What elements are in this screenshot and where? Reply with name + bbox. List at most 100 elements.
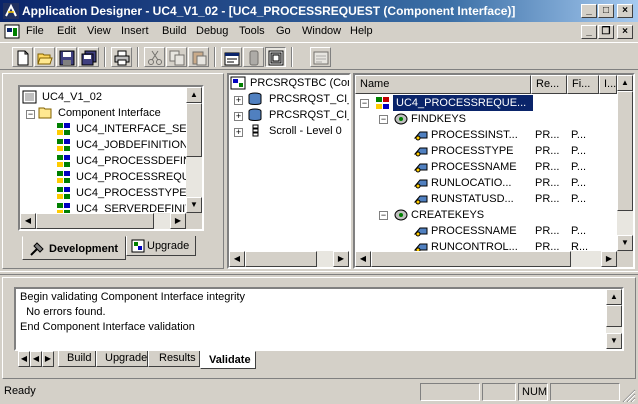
column-header-extra[interactable]: I... [599,75,617,94]
ci-property-row[interactable]: RUNLOCATIO... [431,175,511,191]
mdi-close-button[interactable]: × [617,25,633,39]
mdi-minimize-button[interactable]: _ [581,25,597,39]
expand-toggle[interactable]: + [234,128,243,137]
output-text-area[interactable]: Begin validating Component Interface int… [14,287,624,351]
collapse-toggle[interactable]: − [26,110,35,119]
toolbar-separator [104,47,106,67]
menu-edit[interactable]: Edit [57,25,76,37]
new-icon [17,50,29,66]
collapse-toggle[interactable]: − [360,99,369,108]
menu-window[interactable]: Window [302,25,341,37]
minimize-icon: _ [586,26,592,37]
scroll-thumb[interactable] [36,213,154,229]
ci-properties-list: Name Re... Fi... I... − UC4_PROCESSREQUE… [353,73,635,269]
tab-validate[interactable]: Validate [200,351,256,369]
maximize-button[interactable]: □ [598,4,614,18]
scroll-thumb[interactable] [617,91,633,211]
ci-root-row[interactable]: UC4_PROCESSREQUE... [393,95,533,111]
scroll-up-button[interactable]: ▲ [186,87,202,103]
record-cell: PR... [535,145,560,157]
scroll-left-button[interactable]: ◀ [229,251,245,267]
size-grip-icon[interactable] [622,389,636,403]
pane-splitter[interactable] [0,271,638,275]
component-interface-icon [376,97,389,109]
property-icon [413,163,428,173]
menu-view[interactable]: View [87,25,111,37]
ci-property-row[interactable]: RUNSTATUSD... [431,191,514,207]
menu-help[interactable]: Help [350,25,373,37]
open-button[interactable] [34,47,55,67]
record-cell: PR... [535,193,560,205]
scroll-right-button[interactable]: ▶ [333,251,349,267]
scroll-right-button[interactable]: ▶ [601,251,617,267]
collapse-toggle[interactable]: − [379,211,388,220]
scroll-up-button[interactable]: ▲ [617,75,633,91]
menu-debug[interactable]: Debug [196,25,228,37]
toolbar [0,42,638,70]
minimize-button[interactable]: _ [581,4,597,18]
scroll-left-button[interactable]: ◀ [355,251,371,267]
menu-file[interactable]: File [26,25,44,37]
tab-prev-button[interactable]: ◀ [30,351,42,367]
record-cell: PR... [535,177,560,189]
upgrade-icon [249,50,259,66]
ci-collection-row[interactable]: FINDKEYS [411,111,466,127]
print-button[interactable] [111,47,132,67]
tab-first-button[interactable]: ◀ [18,351,30,367]
save-button[interactable] [56,47,77,67]
cut-icon [148,50,162,65]
save-all-button[interactable] [78,47,99,67]
expand-toggle[interactable]: + [234,96,243,105]
scroll-thumb[interactable] [245,251,317,267]
column-header-name[interactable]: Name [355,75,531,94]
tab-next-button[interactable]: ▶ [42,351,54,367]
mdi-restore-button[interactable]: ❐ [598,25,614,39]
scroll-down-button[interactable]: ▼ [606,333,622,349]
new-button[interactable] [12,47,33,67]
property-icon [413,227,428,237]
component-interface-icon [57,139,70,151]
tab-build[interactable]: Build [58,351,96,367]
column-header-field[interactable]: Fi... [567,75,599,94]
menu-insert[interactable]: Insert [121,25,149,37]
document-icon[interactable] [4,24,20,39]
tab-upgrade-output[interactable]: Upgrade [96,351,148,367]
paste-button[interactable] [188,47,209,67]
menu-build[interactable]: Build [162,25,186,37]
close-button[interactable]: × [617,4,633,18]
tree-item-label: UC4_PROCESSDEFINI [76,155,194,167]
ci-property-row[interactable]: PROCESSNAME [431,223,517,239]
tab-upgrade[interactable]: Upgrade [126,236,196,256]
ci-property-row[interactable]: PROCESSNAME [431,159,517,175]
menu-go[interactable]: Go [276,25,291,37]
upgrade-button[interactable] [243,47,264,67]
scroll-thumb[interactable] [371,251,571,267]
menu-tools[interactable]: Tools [239,25,265,37]
tab-results[interactable]: Results [148,351,200,367]
property-icon [413,147,428,157]
tab-build-label: Build [67,352,92,364]
ci-property-row[interactable]: PROCESSINST... [431,127,518,143]
paste-icon [192,51,207,66]
scroll-thumb[interactable] [606,305,622,327]
scroll-thumb[interactable] [186,103,202,157]
scroll-down-button[interactable]: ▼ [186,197,202,213]
column-header-record[interactable]: Re... [531,75,567,94]
copy-button[interactable] [166,47,187,67]
properties-button[interactable] [221,47,242,67]
scroll-right-button[interactable]: ▶ [170,213,186,229]
upgrade-tab-icon [131,239,145,253]
scroll-down-button[interactable]: ▼ [617,235,633,251]
ci-property-row[interactable]: PROCESSTYPE [431,143,514,159]
tab-development[interactable]: Development [22,236,126,260]
expand-toggle[interactable]: + [234,112,243,121]
cut-button[interactable] [144,47,165,67]
scroll-left-button[interactable]: ◀ [20,213,36,229]
title-bar[interactable]: Application Designer - UC4_V1_02 - [UC4_… [0,0,638,22]
collapse-toggle[interactable]: − [379,115,388,124]
ci-collection-row[interactable]: CREATEKEYS [411,207,484,223]
scroll-up-button[interactable]: ▲ [606,289,622,305]
window-title: Application Designer - UC4_V1_02 - [UC4_… [22,4,516,18]
project-button[interactable] [265,47,286,67]
validate-button[interactable] [310,47,331,67]
